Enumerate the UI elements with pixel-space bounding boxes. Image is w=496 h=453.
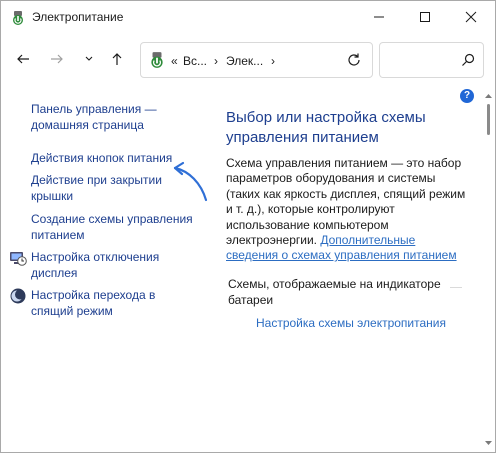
arrow-right-icon xyxy=(51,54,63,64)
label-line: батареи xyxy=(228,293,274,307)
description-text: электроэнергии. xyxy=(226,233,317,248)
description-line: и т. д.), которые контролируют xyxy=(226,202,395,217)
section-divider xyxy=(450,287,462,288)
page-title-line: управления питанием xyxy=(226,129,379,146)
power-buttons-action-link[interactable]: Действия кнопок питания xyxy=(31,150,172,166)
link-line: Действия кнопок питания xyxy=(31,151,173,165)
scroll-up-icon[interactable] xyxy=(484,92,493,100)
minimize-icon xyxy=(374,16,384,18)
address-overflow-chevron[interactable]: « xyxy=(171,54,178,68)
battery-meter-plans-label: Схемы, отображаемые на индикаторе батаре… xyxy=(228,276,453,308)
title-bar: Электропитание xyxy=(1,1,495,33)
link-line: питанием xyxy=(31,228,85,242)
link-line: дисплея xyxy=(31,266,78,280)
main-content: Выбор или настройка схемы управления пит… xyxy=(226,87,481,447)
link-line: Настройка отключения xyxy=(31,250,160,264)
refresh-icon[interactable] xyxy=(346,52,362,68)
annotation-arrow xyxy=(173,161,208,202)
monitor-clock-icon xyxy=(10,252,27,266)
page-title-line: Выбор или настройка схемы xyxy=(226,109,426,126)
power-options-window: Электропитание « Вс... › Элек... › Панел… xyxy=(0,0,496,453)
description-line: параметров оборудования и системы xyxy=(226,171,436,186)
page-description: Схема управления питанием — это набор па… xyxy=(226,156,476,264)
label-line: Схемы, отображаемые на индикаторе xyxy=(228,277,441,291)
more-info-link[interactable]: Дополнительные xyxy=(320,233,415,247)
minimize-button[interactable] xyxy=(356,1,402,33)
forward-button[interactable] xyxy=(45,47,69,71)
create-power-plan-link[interactable]: Создание схемы управления питанием xyxy=(31,211,193,243)
breadcrumb-all-control-panel-items[interactable]: Вс... xyxy=(183,54,207,68)
maximize-icon xyxy=(420,12,430,22)
description-line: (таких как яркость дисплея, спящий режим xyxy=(226,186,466,201)
arrow-up-icon xyxy=(112,53,122,65)
maximize-button[interactable] xyxy=(402,1,448,33)
scrollbar-thumb[interactable] xyxy=(487,104,490,135)
recent-locations-button[interactable] xyxy=(77,47,101,71)
control-panel-home-link[interactable]: Панель управления — домашняя страница xyxy=(31,101,157,133)
description-line: Схема управления питанием — это набор xyxy=(226,156,462,170)
sleep-settings-link[interactable]: Настройка перехода в спящий режим xyxy=(31,287,155,319)
link-line: Настройка перехода в xyxy=(31,288,156,302)
link-line: Создание схемы управления xyxy=(31,212,193,226)
address-bar[interactable]: « Вс... › Элек... › xyxy=(140,42,373,78)
arrow-left-icon xyxy=(17,54,29,64)
task-pane: Панель управления — домашняя страница Де… xyxy=(1,87,201,447)
more-info-link[interactable]: сведения о схемах управления питанием xyxy=(226,248,457,262)
search-input[interactable] xyxy=(379,42,484,78)
breadcrumb-power-options[interactable]: Элек... xyxy=(226,54,263,68)
page-title: Выбор или настройка схемы управления пит… xyxy=(226,108,476,148)
power-options-icon xyxy=(13,11,23,25)
close-button[interactable] xyxy=(448,1,494,33)
navigation-bar: « Вс... › Элек... › xyxy=(1,37,495,81)
link-line: спящий режим xyxy=(31,304,113,318)
close-icon xyxy=(465,11,477,23)
search-icon xyxy=(462,53,475,66)
description-line: использование компьютером xyxy=(226,217,389,232)
back-button[interactable] xyxy=(11,47,35,71)
breadcrumb-separator[interactable]: › xyxy=(214,54,218,68)
link-line: домашняя страница xyxy=(31,118,144,132)
link-line: Действие при закрытии xyxy=(31,173,162,187)
link-line: Панель управления — xyxy=(31,102,157,116)
breadcrumb-separator[interactable]: › xyxy=(271,54,275,68)
window-title: Электропитание xyxy=(32,10,124,24)
up-button[interactable] xyxy=(105,47,129,71)
display-off-settings-link[interactable]: Настройка отключения дисплея xyxy=(31,249,159,281)
link-line: крышки xyxy=(31,189,74,203)
lid-close-action-link[interactable]: Действие при закрытии крышки xyxy=(31,172,162,204)
description-line: электроэнергии. Дополнительные xyxy=(226,233,476,248)
moon-icon xyxy=(10,288,26,304)
scroll-down-icon[interactable] xyxy=(484,439,493,447)
vertical-scrollbar[interactable] xyxy=(482,87,495,452)
power-options-icon xyxy=(151,52,163,68)
chevron-down-icon xyxy=(85,56,93,61)
power-plan-settings-link[interactable]: Настройка схемы электропитания xyxy=(256,316,446,330)
